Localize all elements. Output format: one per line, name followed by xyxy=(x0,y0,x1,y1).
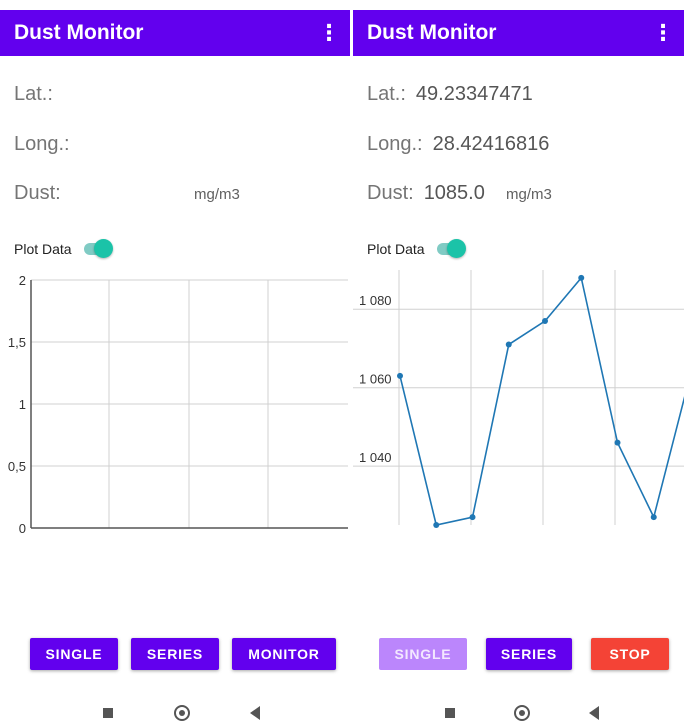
series-line xyxy=(399,276,684,526)
single-button[interactable]: SINGLE xyxy=(30,638,118,670)
longitude-label: Long.: xyxy=(14,133,70,155)
y-tick-label: 0,5 xyxy=(8,459,26,474)
longitude-row: Long.: 28.42416816 xyxy=(367,133,549,156)
app-title: Dust Monitor xyxy=(14,21,144,44)
more-vert-icon[interactable]: ⋮ xyxy=(652,10,674,56)
y-tick-label: 1 080 xyxy=(359,293,392,308)
single-button[interactable]: SINGLE xyxy=(379,638,467,670)
app-bar: Dust Monitor ⋮ xyxy=(353,10,684,56)
dust-label: Dust: xyxy=(14,182,61,204)
screen-running: Dust Monitor ⋮ Lat.: 49.23347471 Long.: 28… xyxy=(353,0,684,722)
data-point xyxy=(433,522,440,528)
y-tick-label: 0 xyxy=(19,521,26,536)
dust-row: Dust: xyxy=(14,182,71,205)
plot-data-switch[interactable] xyxy=(437,238,467,260)
latitude-row: Lat.: xyxy=(14,83,63,106)
longitude-value: 28.42416816 xyxy=(432,133,550,155)
dust-label: Dust: xyxy=(367,182,414,204)
latitude-label: Lat.: xyxy=(367,83,406,105)
plot-data-label: Plot Data xyxy=(367,241,425,257)
data-point xyxy=(397,372,403,379)
series-button[interactable]: SERIES xyxy=(486,638,572,670)
y-tick-label: 1 060 xyxy=(359,372,392,387)
screen-idle: Dust Monitor ⋮ Lat.: Long.: Dust: mg/m3 … xyxy=(0,0,350,722)
latitude-label: Lat.: xyxy=(14,83,53,105)
data-point xyxy=(469,514,476,521)
data-point xyxy=(578,274,585,281)
plot-data-row: Plot Data xyxy=(14,238,114,260)
back-triangle-icon[interactable] xyxy=(250,706,260,720)
y-tick-label: 2 xyxy=(19,273,26,288)
y-tick-label: 1 040 xyxy=(359,450,392,465)
app-bar: Dust Monitor ⋮ xyxy=(0,10,350,56)
recents-square-icon[interactable] xyxy=(445,708,455,718)
data-point xyxy=(650,514,657,521)
home-circle-icon[interactable] xyxy=(174,705,190,721)
stop-button[interactable]: STOP xyxy=(591,638,669,670)
data-point xyxy=(614,439,621,446)
plot-data-row: Plot Data xyxy=(367,238,467,260)
latitude-row: Lat.: 49.23347471 xyxy=(367,83,533,106)
dust-chart-empty: 0 0,5 1 1,5 2 xyxy=(8,273,348,536)
dust-chart: 1 040 1 060 1 080 xyxy=(353,270,684,528)
data-point xyxy=(542,318,548,324)
home-circle-icon[interactable] xyxy=(514,705,530,721)
longitude-row: Long.: xyxy=(14,133,80,156)
y-tick-label: 1,5 xyxy=(8,335,26,350)
longitude-label: Long.: xyxy=(367,133,423,155)
dust-row: Dust: 1085.0 xyxy=(367,182,485,205)
plot-data-switch[interactable] xyxy=(84,238,114,260)
recents-square-icon[interactable] xyxy=(103,708,113,718)
series-button[interactable]: SERIES xyxy=(131,638,219,670)
switch-thumb xyxy=(447,239,467,258)
more-vert-icon[interactable]: ⋮ xyxy=(318,10,340,56)
dust-unit: mg/m3 xyxy=(506,186,552,203)
monitor-button[interactable]: MONITOR xyxy=(232,638,336,670)
y-tick-label: 1 xyxy=(19,397,26,412)
data-point xyxy=(505,341,512,348)
dust-value: 1085.0 xyxy=(423,182,485,204)
plot-data-label: Plot Data xyxy=(14,241,72,257)
latitude-value: 49.23347471 xyxy=(415,83,533,105)
app-title: Dust Monitor xyxy=(367,21,497,44)
dust-unit: mg/m3 xyxy=(194,186,240,203)
back-triangle-icon[interactable] xyxy=(589,706,599,720)
switch-thumb xyxy=(94,239,114,258)
